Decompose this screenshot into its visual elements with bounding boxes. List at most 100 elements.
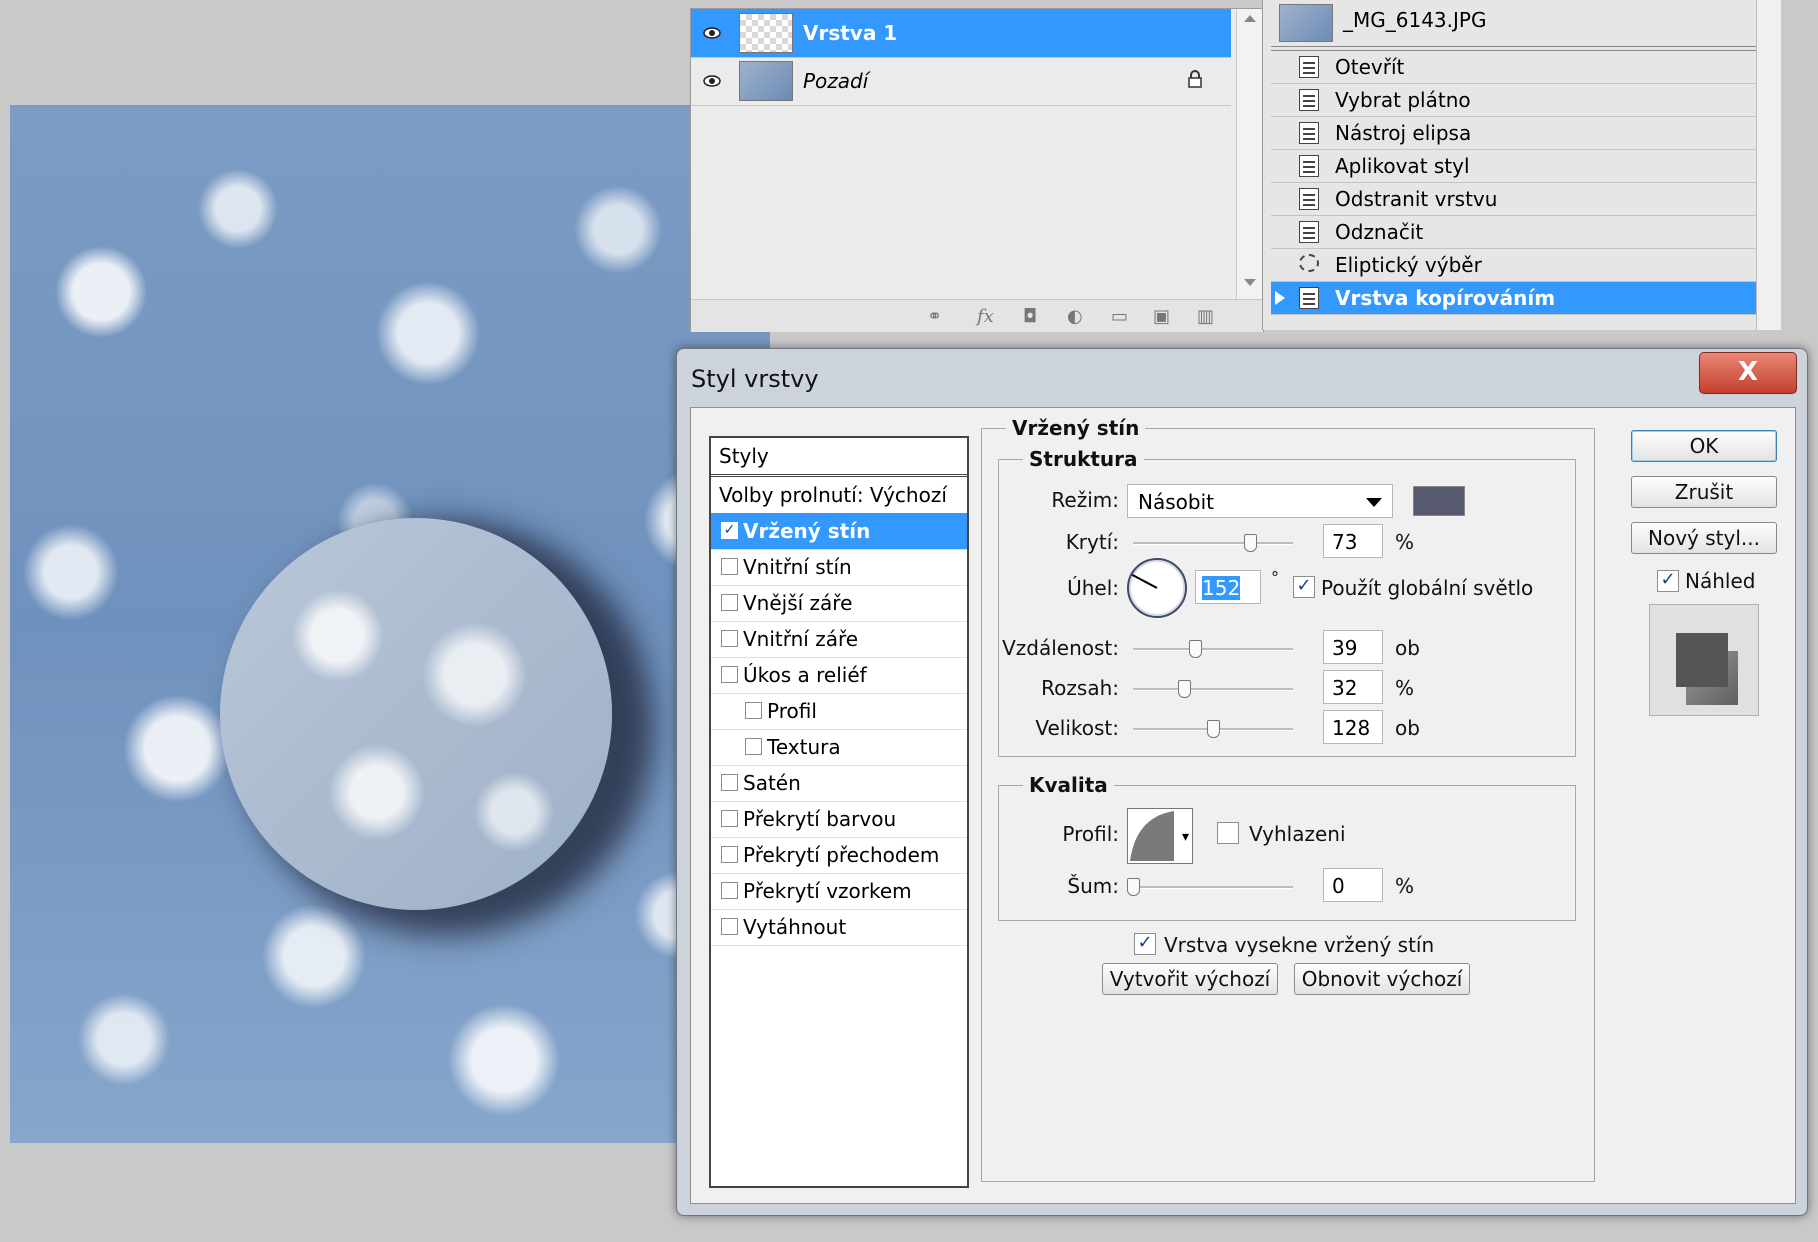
knockout-label: Vrstva vysekne vržený stín — [1164, 933, 1435, 957]
style-gradient-overlay[interactable]: Překrytí přechodem — [711, 837, 967, 874]
size-slider-thumb[interactable] — [1207, 720, 1220, 738]
history-item-vrstva-kopirovanim[interactable]: Vrstva kopírováním — [1271, 282, 1779, 315]
history-scrollbar[interactable] — [1756, 0, 1781, 330]
global-light-checkbox[interactable]: ✓ — [1293, 576, 1315, 598]
style-drop-shadow[interactable]: ✓ Vržený stín — [711, 513, 967, 550]
make-default-button[interactable]: Vytvořit výchozí — [1102, 963, 1278, 995]
antialias-label: Vyhlazeni — [1249, 822, 1346, 846]
reset-default-button[interactable]: Obnovit výchozí — [1294, 963, 1470, 995]
angle-dial[interactable] — [1127, 558, 1187, 618]
history-item-otevrit[interactable]: Otevřít — [1271, 51, 1779, 84]
contour-dropdown-icon[interactable]: ▾ — [1182, 829, 1189, 845]
style-label: Překrytí přechodem — [743, 843, 940, 867]
style-checkbox[interactable] — [745, 702, 762, 719]
angle-indicator — [1131, 573, 1158, 589]
knockout-checkbox[interactable]: ✓ — [1134, 933, 1156, 955]
canvas-image[interactable] — [10, 105, 770, 1143]
style-outer-glow[interactable]: Vnější záře — [711, 585, 967, 622]
style-texture[interactable]: Textura — [711, 729, 967, 766]
folder-icon[interactable]: ▭ — [1111, 306, 1128, 327]
style-inner-shadow[interactable]: Vnitřní stín — [711, 549, 967, 586]
style-checkbox[interactable] — [721, 810, 738, 827]
adjustment-icon[interactable]: ◐ — [1067, 306, 1083, 327]
angle-input[interactable]: 152 — [1195, 570, 1261, 604]
spread-slider-thumb[interactable] — [1178, 680, 1192, 698]
blend-mode-select[interactable]: Násobit — [1127, 484, 1393, 518]
style-bevel-emboss[interactable]: Úkos a reliéf — [711, 657, 967, 694]
trash-icon[interactable]: ▥ — [1197, 306, 1214, 327]
eye-icon[interactable] — [703, 73, 721, 87]
antialias-checkbox[interactable] — [1217, 822, 1239, 844]
snapshot-thumbnail — [1279, 4, 1333, 42]
spread-slider[interactable] — [1133, 688, 1293, 691]
noise-slider[interactable] — [1133, 886, 1293, 889]
preview-checkbox[interactable]: ✓ — [1657, 570, 1679, 592]
new-layer-icon[interactable]: ▣ — [1153, 306, 1170, 327]
history-item-label: Nástroj elipsa — [1335, 121, 1472, 145]
history-item-odznacit[interactable]: Odznačit — [1271, 216, 1779, 249]
contour-picker[interactable]: ▾ — [1127, 808, 1193, 864]
styles-header[interactable]: Styly — [711, 438, 967, 477]
layer-style-dialog: Styl vrstvy X Styly Volby prolnutí: Vých… — [676, 348, 1808, 1216]
history-item-nastroj-elipsa[interactable]: Nástroj elipsa — [1271, 117, 1779, 150]
style-checkbox[interactable] — [721, 774, 738, 791]
style-label: Profil — [767, 699, 817, 723]
fx-icon[interactable]: fx — [977, 306, 994, 327]
spread-input[interactable]: 32 — [1323, 670, 1383, 704]
distance-slider-thumb[interactable] — [1189, 640, 1203, 658]
style-preview — [1649, 604, 1759, 716]
link-icon[interactable]: ⚭ — [927, 306, 942, 327]
history-item-label: Aplikovat styl — [1335, 154, 1470, 178]
layer-row-vrstva-1[interactable]: Vrstva 1 — [691, 9, 1231, 58]
blend-mode-label: Režim: — [1051, 488, 1119, 512]
style-contour[interactable]: Profil — [711, 693, 967, 730]
style-checkbox[interactable] — [745, 738, 762, 755]
layer-row-pozadi[interactable]: Pozadí — [691, 57, 1231, 106]
mask-icon[interactable]: ◘ — [1023, 306, 1037, 327]
opacity-slider[interactable] — [1133, 542, 1293, 545]
lock-icon — [1187, 69, 1203, 89]
style-label: Satén — [743, 771, 801, 795]
style-checkbox[interactable] — [721, 666, 738, 683]
history-item-aplikovat-styl[interactable]: Aplikovat styl — [1271, 150, 1779, 183]
close-button[interactable]: X — [1699, 352, 1797, 394]
noise-input[interactable]: 0 — [1323, 868, 1383, 902]
noise-slider-thumb[interactable] — [1127, 878, 1140, 896]
style-checkbox[interactable] — [721, 846, 738, 863]
eye-icon[interactable] — [703, 25, 721, 39]
distance-input[interactable]: 39 — [1323, 630, 1383, 664]
style-checkbox[interactable] — [721, 558, 738, 575]
new-style-button[interactable]: Nový styl... — [1631, 522, 1777, 554]
style-pattern-overlay[interactable]: Překrytí vzorkem — [711, 873, 967, 910]
style-checkbox[interactable] — [721, 882, 738, 899]
snapshot-name[interactable]: _MG_6143.JPG — [1343, 8, 1486, 32]
style-blending-options[interactable]: Volby prolnutí: Výchozí — [711, 477, 967, 514]
layers-scrollbar[interactable] — [1236, 9, 1263, 299]
layer-name[interactable]: Pozadí — [803, 69, 868, 93]
ok-button[interactable]: OK — [1631, 430, 1777, 462]
style-checkbox[interactable] — [721, 594, 738, 611]
elliptical-selection-icon — [1299, 254, 1319, 272]
size-input[interactable]: 128 — [1323, 710, 1383, 744]
style-satin[interactable]: Satén — [711, 765, 967, 802]
style-checkbox[interactable]: ✓ — [721, 522, 738, 539]
history-item-elipticky-vyber[interactable]: Eliptický výběr — [1271, 249, 1779, 282]
style-color-overlay[interactable]: Překrytí barvou — [711, 801, 967, 838]
history-panel: _MG_6143.JPG Otevřít Vybrat plátno Nástr… — [1262, 0, 1781, 330]
style-stroke[interactable]: Vytáhnout — [711, 909, 967, 946]
shadow-color-swatch[interactable] — [1413, 486, 1465, 516]
layer-name[interactable]: Vrstva 1 — [803, 21, 897, 45]
style-checkbox[interactable] — [721, 630, 738, 647]
history-item-odstranit-vrstvu[interactable]: Odstranit vrstvu — [1271, 183, 1779, 216]
distance-unit: ob — [1395, 636, 1420, 660]
cancel-button[interactable]: Zrušit — [1631, 476, 1777, 508]
style-checkbox[interactable] — [721, 918, 738, 935]
scroll-down-icon[interactable] — [1244, 279, 1256, 286]
opacity-input[interactable]: 73 — [1323, 524, 1383, 558]
style-inner-glow[interactable]: Vnitřní záře — [711, 621, 967, 658]
drop-shadow-title: Vržený stín — [1006, 416, 1146, 440]
distance-slider[interactable] — [1133, 648, 1293, 651]
history-item-vybrat-platno[interactable]: Vybrat plátno — [1271, 84, 1779, 117]
scroll-up-icon[interactable] — [1244, 15, 1256, 22]
opacity-slider-thumb[interactable] — [1243, 534, 1257, 552]
